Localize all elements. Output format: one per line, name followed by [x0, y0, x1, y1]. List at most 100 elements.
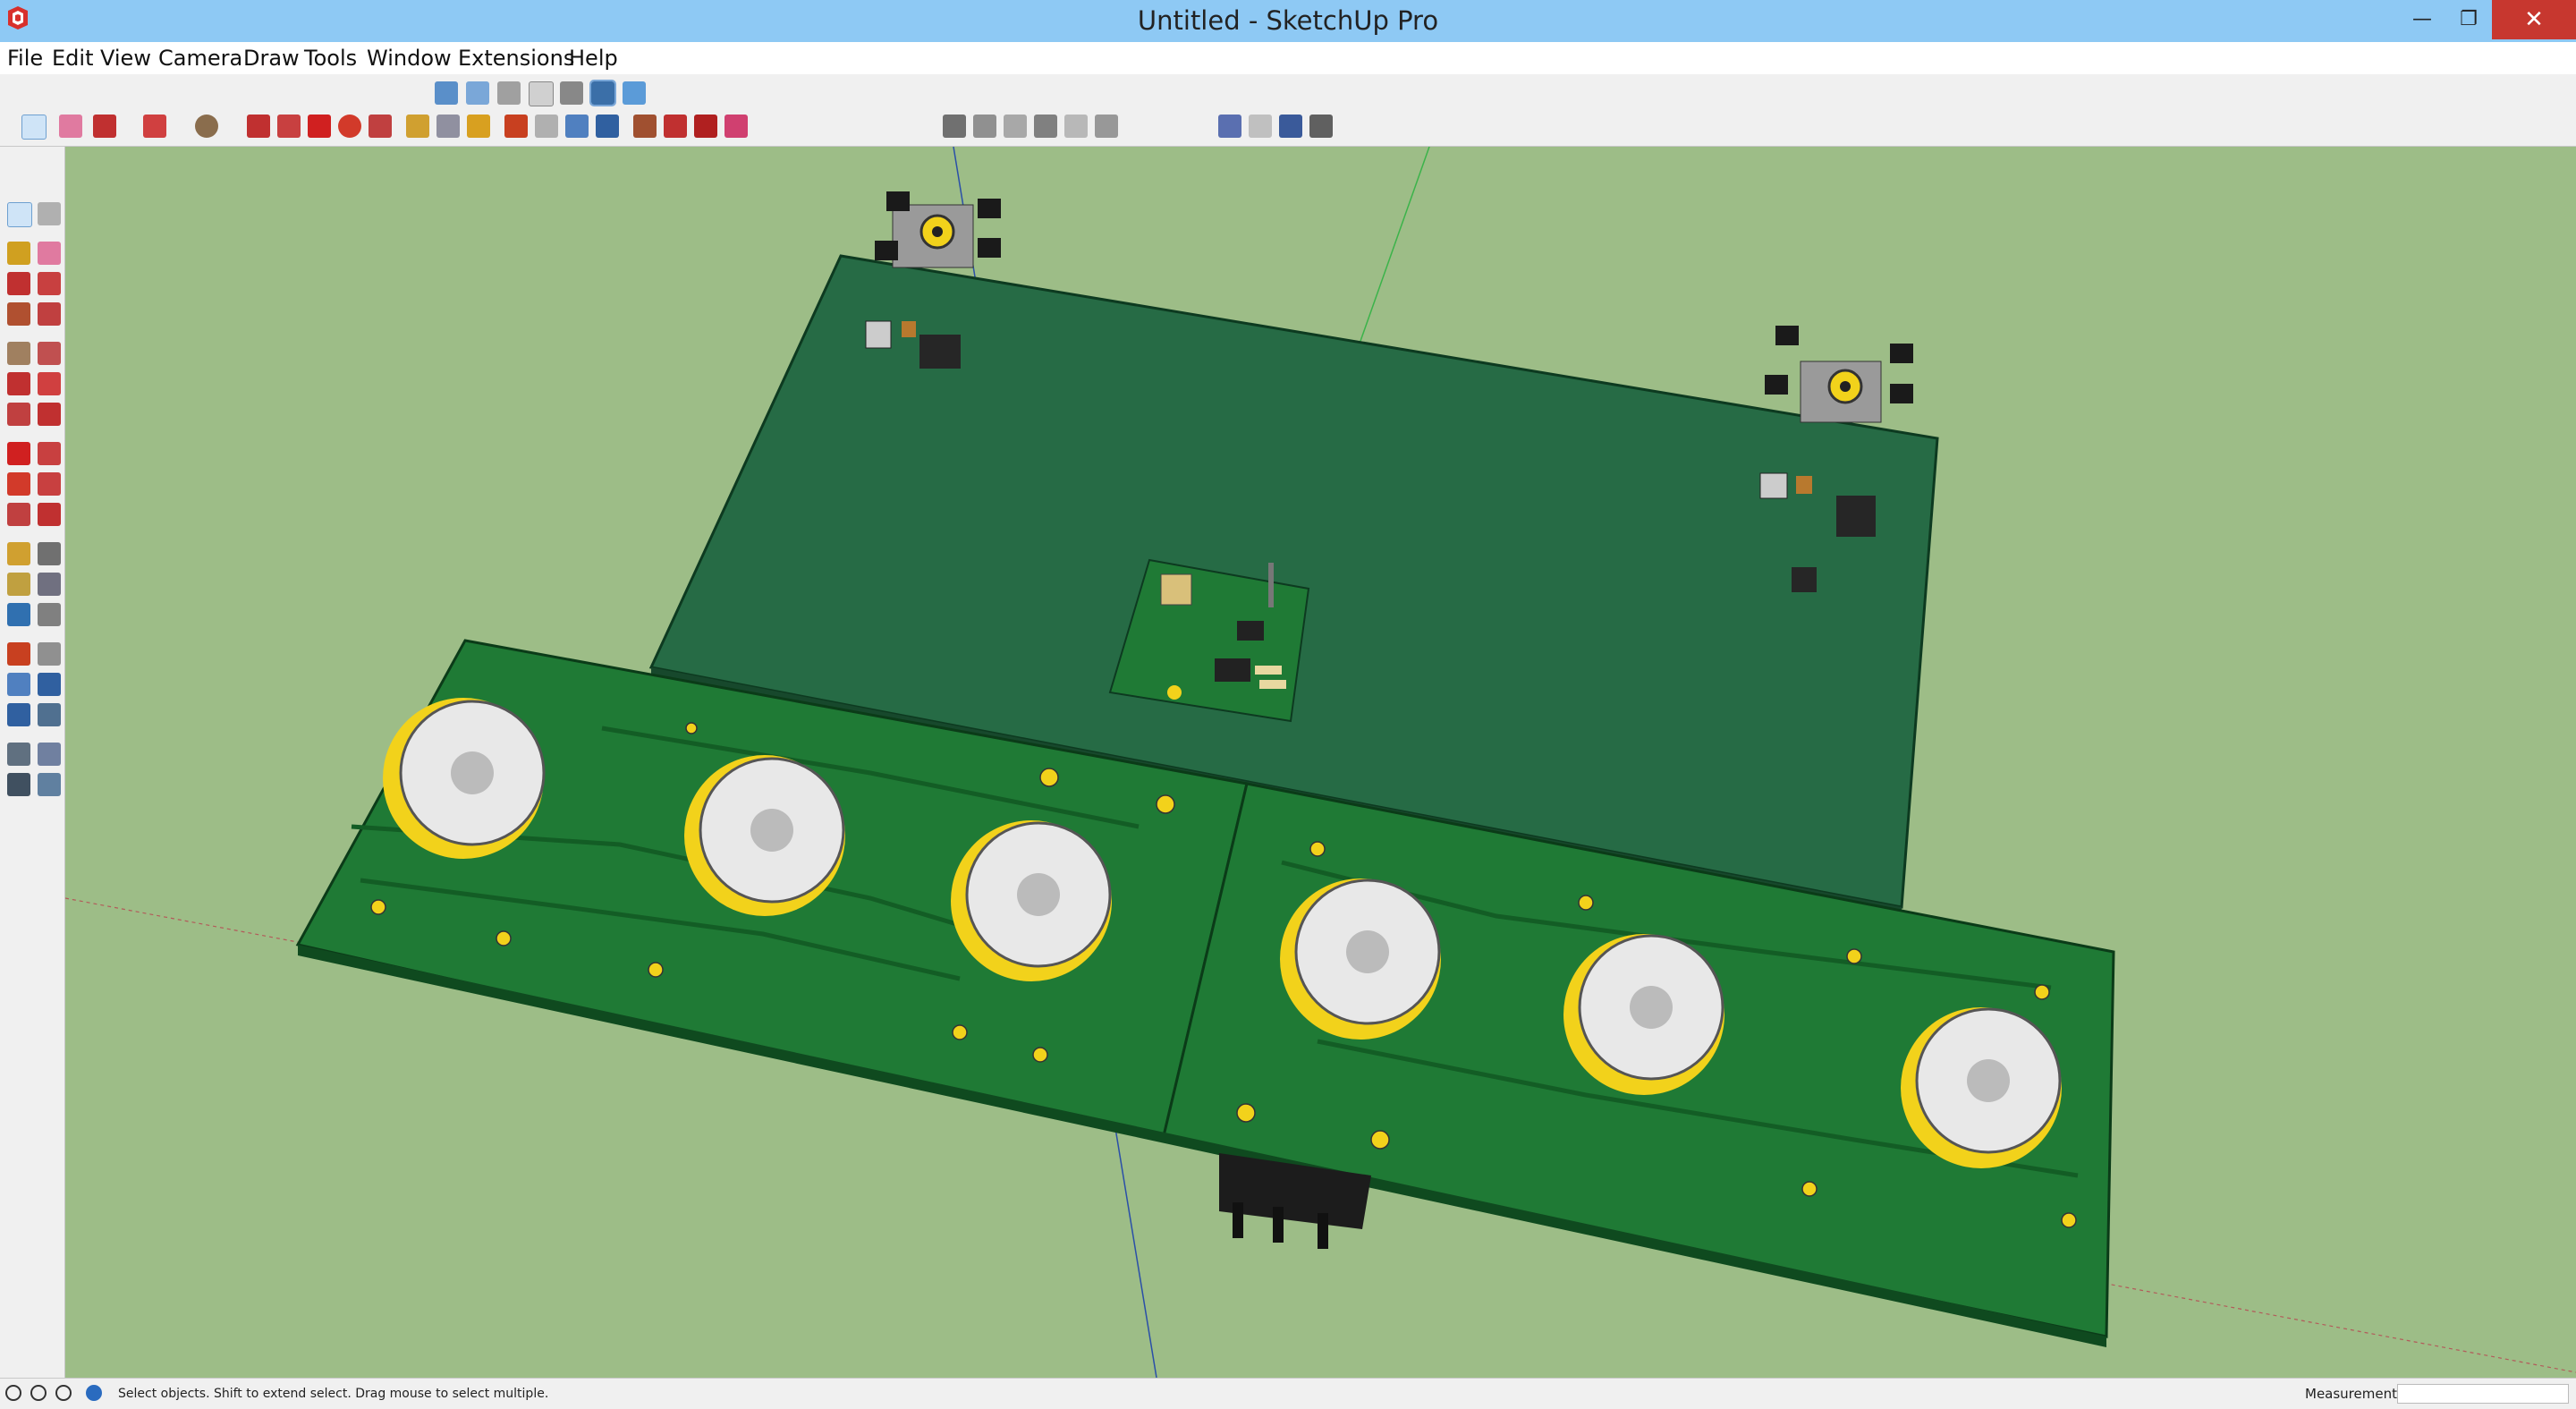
- components-icon[interactable]: [1279, 115, 1302, 138]
- right-view-icon[interactable]: [529, 81, 554, 106]
- section-icon[interactable]: [1249, 115, 1272, 138]
- scale-icon[interactable]: [7, 503, 30, 526]
- select-icon[interactable]: [7, 202, 32, 227]
- orbit-icon[interactable]: [7, 642, 30, 666]
- close-button[interactable]: ✕: [2492, 0, 2576, 39]
- tape-icon[interactable]: [406, 115, 429, 138]
- minimize-button[interactable]: —: [2399, 0, 2445, 39]
- tube-socket-6[interactable]: [1901, 1007, 2062, 1168]
- component-icon[interactable]: [724, 115, 748, 138]
- green-axis: [1359, 147, 1430, 344]
- tape-measure-icon[interactable]: [7, 542, 30, 565]
- follow-me-icon[interactable]: [38, 472, 61, 496]
- tube-socket-4[interactable]: [1280, 879, 1441, 1040]
- axes-icon[interactable]: [7, 603, 30, 626]
- extension-icon[interactable]: [664, 115, 687, 138]
- warehouse-icon[interactable]: [633, 115, 657, 138]
- zoom-icon[interactable]: [7, 673, 30, 696]
- dimension-icon[interactable]: [38, 542, 61, 565]
- zoom-window-icon[interactable]: [38, 673, 61, 696]
- pie-icon[interactable]: [7, 403, 30, 426]
- xray-icon[interactable]: [943, 115, 966, 138]
- push-pull-icon[interactable]: [38, 442, 61, 465]
- model-viewport[interactable]: [65, 147, 2576, 1378]
- hidden-line-icon[interactable]: [1004, 115, 1027, 138]
- shape-icon[interactable]: [195, 115, 218, 138]
- text-icon[interactable]: [436, 115, 460, 138]
- push-pull-icon[interactable]: [247, 115, 270, 138]
- rectangle-icon[interactable]: [7, 302, 30, 326]
- monochrome-icon[interactable]: [1095, 115, 1118, 138]
- toolbar-area: [0, 74, 2576, 147]
- scale-icon[interactable]: [369, 115, 392, 138]
- tube-socket-1[interactable]: [383, 698, 546, 859]
- orbit-icon[interactable]: [504, 115, 528, 138]
- menu-tools[interactable]: Tools: [304, 42, 357, 74]
- paint-bucket-icon[interactable]: [7, 242, 30, 265]
- previous-view-icon[interactable]: [38, 703, 61, 726]
- wireframe-icon[interactable]: [973, 115, 996, 138]
- menu-camera[interactable]: Camera: [158, 42, 242, 74]
- rotate-icon[interactable]: [338, 115, 361, 138]
- front-view-icon[interactable]: [497, 81, 521, 105]
- text-icon[interactable]: [38, 573, 61, 596]
- bottom-view-icon[interactable]: [623, 81, 646, 105]
- position-camera-icon[interactable]: [7, 743, 30, 766]
- zoom-icon[interactable]: [565, 115, 589, 138]
- 3d-text-icon[interactable]: [38, 603, 61, 626]
- two-point-arc-icon[interactable]: [38, 372, 61, 395]
- tube-socket-5[interactable]: [1563, 934, 1724, 1095]
- rotated-rectangle-icon[interactable]: [38, 302, 61, 326]
- materials-icon[interactable]: [1309, 115, 1333, 138]
- left-view-icon[interactable]: [589, 80, 616, 106]
- polygon-icon[interactable]: [38, 342, 61, 365]
- arc-icon[interactable]: [143, 115, 166, 138]
- menu-view[interactable]: View: [100, 42, 151, 74]
- menu-edit[interactable]: Edit: [52, 42, 93, 74]
- model-info-icon[interactable]: [694, 115, 717, 138]
- menu-window[interactable]: Window: [367, 42, 452, 74]
- arc-icon[interactable]: [7, 372, 30, 395]
- user-icon[interactable]: [55, 1385, 72, 1401]
- section-plane-icon[interactable]: [38, 773, 61, 796]
- measurements-input[interactable]: [2397, 1384, 2569, 1404]
- tube-socket-2[interactable]: [684, 755, 845, 916]
- pan-icon[interactable]: [535, 115, 558, 138]
- freehand-icon[interactable]: [38, 272, 61, 295]
- menu-help[interactable]: Help: [569, 42, 618, 74]
- eraser-icon[interactable]: [59, 115, 82, 138]
- geo-location-icon[interactable]: [30, 1385, 47, 1401]
- tube-socket-3[interactable]: [951, 820, 1112, 981]
- line-icon[interactable]: [7, 272, 30, 295]
- menu-draw[interactable]: Draw: [243, 42, 300, 74]
- zoom-extents-icon[interactable]: [596, 115, 619, 138]
- circle-icon[interactable]: [7, 342, 30, 365]
- select-icon[interactable]: [21, 115, 47, 140]
- move-icon[interactable]: [7, 442, 30, 465]
- three-point-arc-icon[interactable]: [38, 403, 61, 426]
- pan-icon[interactable]: [38, 642, 61, 666]
- walk-icon[interactable]: [7, 773, 30, 796]
- look-around-icon[interactable]: [38, 743, 61, 766]
- menu-file[interactable]: File: [7, 42, 43, 74]
- shaded-icon[interactable]: [1034, 115, 1057, 138]
- offset-icon[interactable]: [38, 503, 61, 526]
- move-icon[interactable]: [308, 115, 331, 138]
- menu-extensions[interactable]: Extensions: [458, 42, 574, 74]
- sandbox-icon[interactable]: [1218, 115, 1241, 138]
- zoom-extents-icon[interactable]: [7, 703, 30, 726]
- follow-me-icon[interactable]: [277, 115, 301, 138]
- back-view-icon[interactable]: [560, 81, 583, 105]
- make-component-icon[interactable]: [38, 202, 61, 225]
- textured-icon[interactable]: [1064, 115, 1088, 138]
- info-icon[interactable]: [5, 1385, 21, 1401]
- restore-button[interactable]: ❐: [2445, 0, 2492, 39]
- iso-view-icon[interactable]: [435, 81, 458, 105]
- help-icon[interactable]: [86, 1385, 102, 1401]
- protractor-icon[interactable]: [7, 573, 30, 596]
- top-view-icon[interactable]: [466, 81, 489, 105]
- paint-icon[interactable]: [467, 115, 490, 138]
- line-icon[interactable]: [93, 115, 116, 138]
- rotate-icon[interactable]: [7, 472, 30, 496]
- eraser-icon[interactable]: [38, 242, 61, 265]
